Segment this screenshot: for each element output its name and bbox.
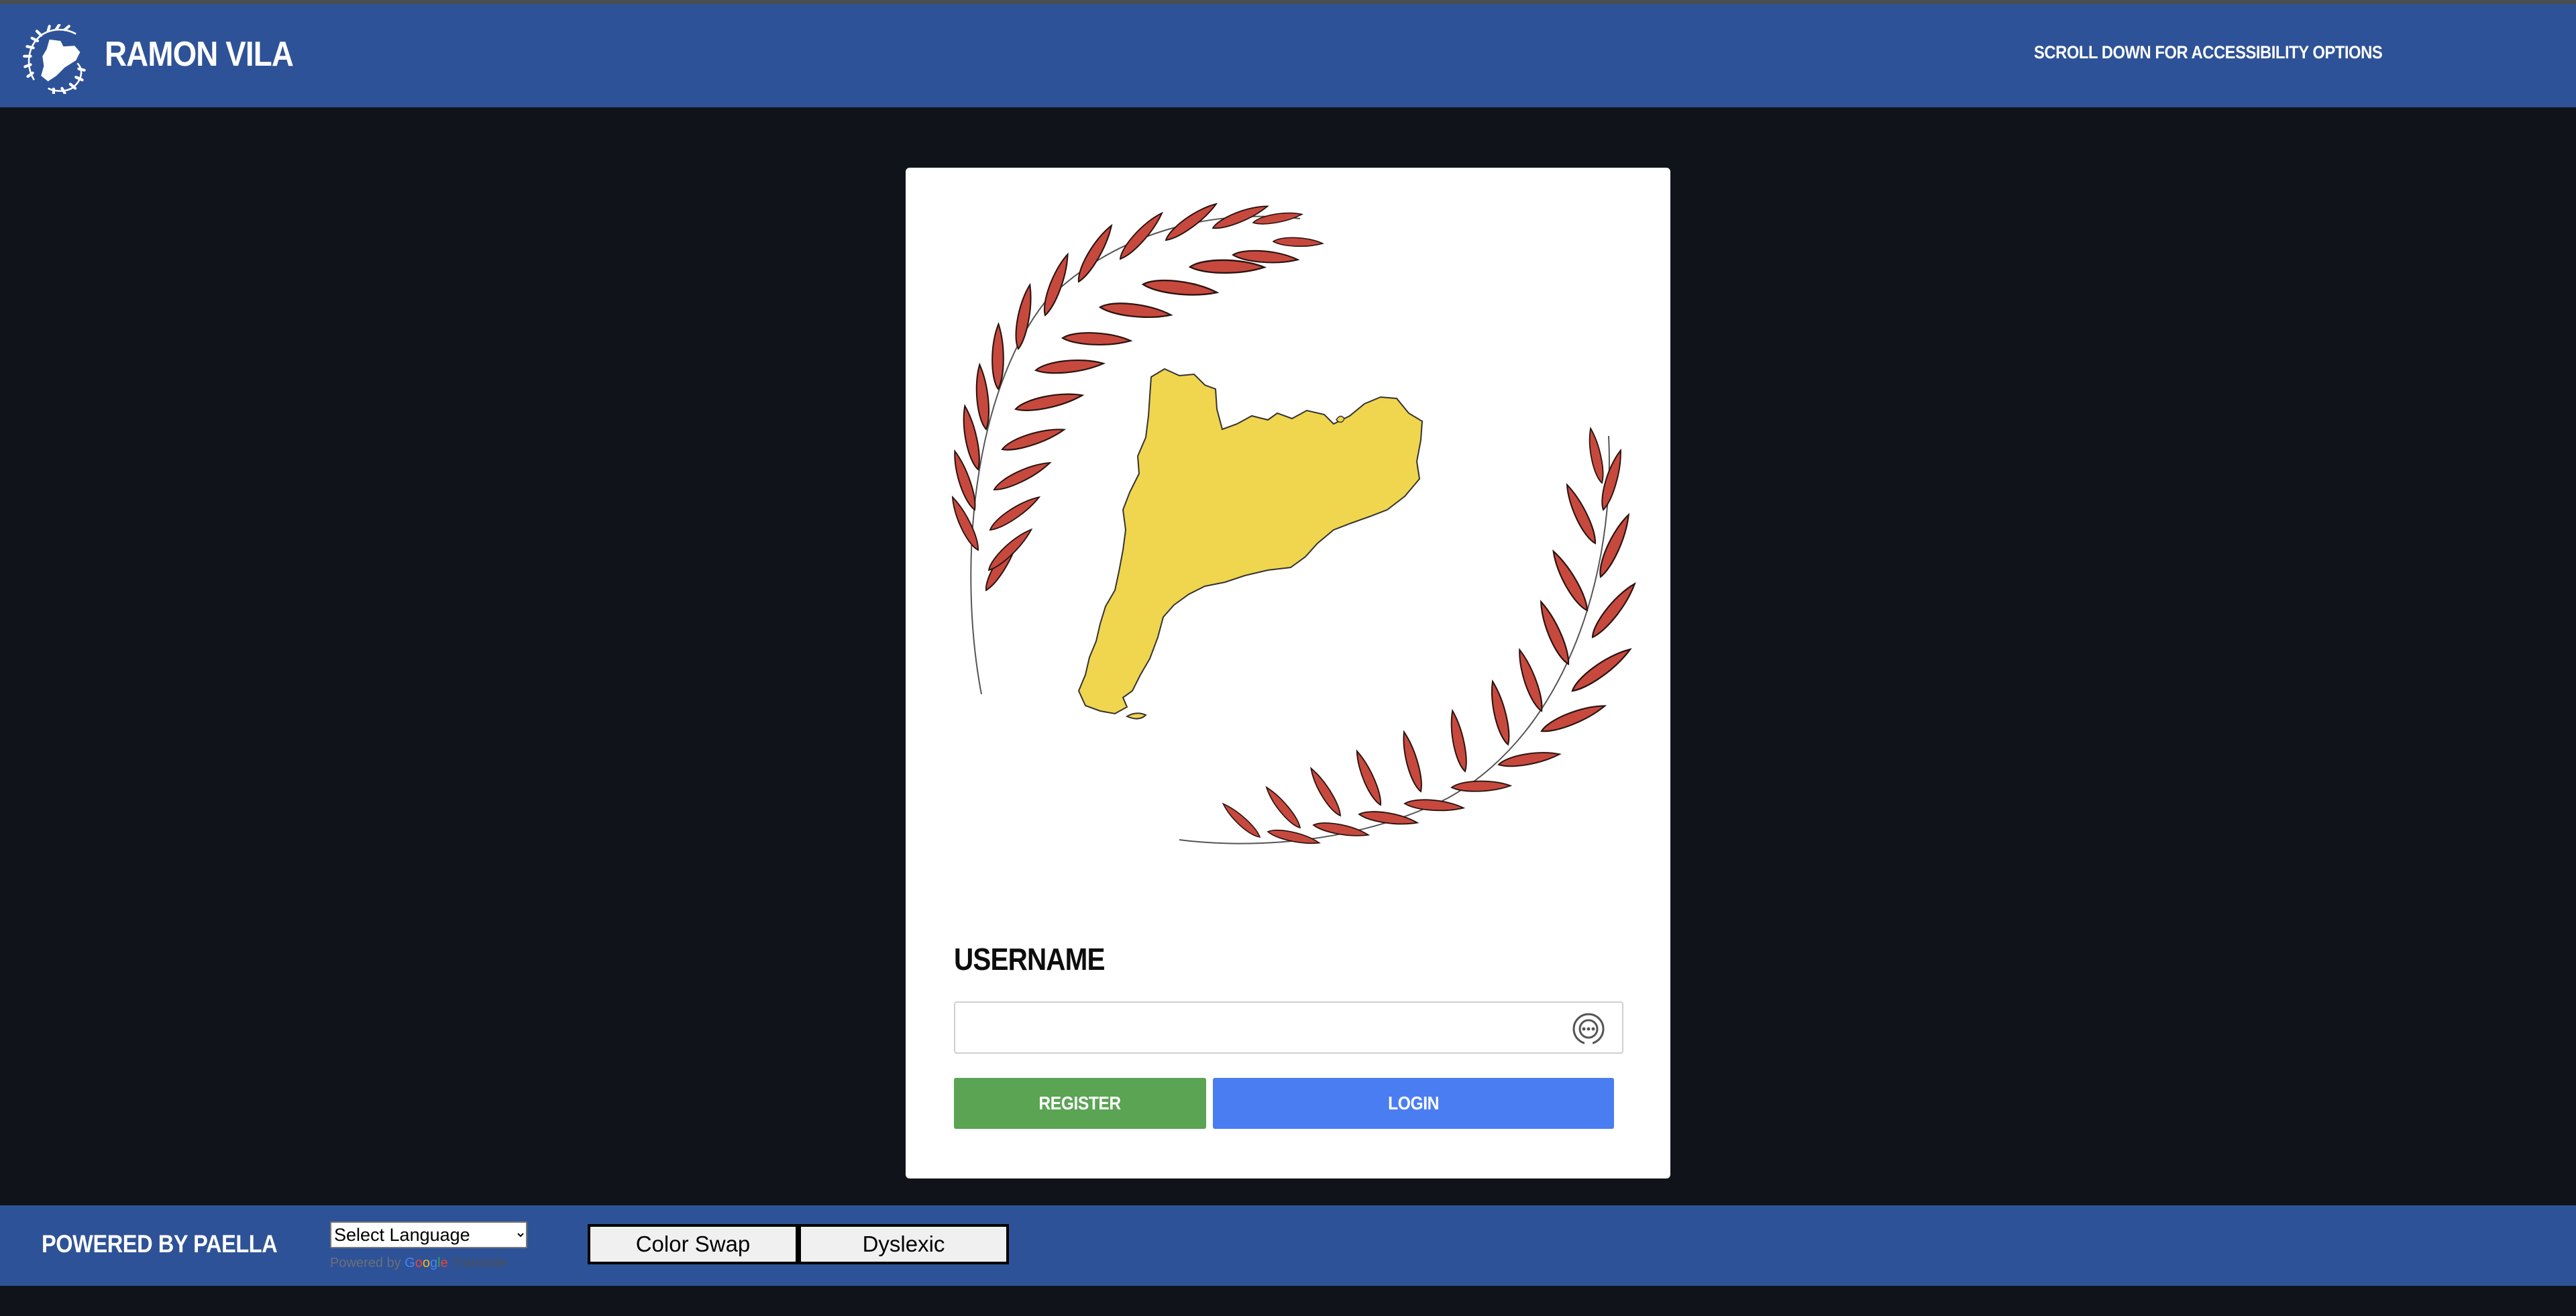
login-card: USERNAME REGISTER LOGIN: [906, 168, 1670, 1178]
language-select[interactable]: Select Language: [330, 1221, 527, 1248]
catalonia-map-laurel-illustration: [949, 200, 1642, 850]
site-footer: POWERED BY PAELLA Select Language Powere…: [0, 1205, 2576, 1286]
google-logo-text[interactable]: Google: [405, 1256, 448, 1270]
username-label: USERNAME: [954, 942, 1106, 977]
translate-credit-prefix: Powered by: [330, 1256, 401, 1270]
register-button-label: REGISTER: [1038, 1093, 1122, 1113]
powered-by-text: POWERED BY PAELLA: [42, 1230, 278, 1258]
username-input[interactable]: [955, 1003, 1622, 1052]
login-button[interactable]: LOGIN: [1213, 1078, 1614, 1129]
translate-link[interactable]: Translate: [451, 1256, 507, 1270]
login-button-label: LOGIN: [1388, 1093, 1439, 1113]
catalonia-map-shape: [1077, 368, 1424, 715]
google-translate-credit: Powered by Google Translate: [330, 1254, 507, 1272]
accessibility-scroll-link[interactable]: SCROLL DOWN FOR ACCESSIBILITY OPTIONS: [2034, 39, 2383, 66]
site-logo[interactable]: [20, 23, 90, 96]
password-manager-icon[interactable]: [1571, 1011, 1606, 1046]
color-swap-button[interactable]: Color Swap: [588, 1224, 798, 1264]
brand-name[interactable]: RAMON VILA: [105, 31, 294, 78]
catalonia-map-icon: [23, 23, 86, 96]
username-field-wrapper: [954, 1001, 1623, 1054]
site-header: RAMON VILA SCROLL DOWN FOR ACCESSIBILITY…: [0, 4, 2576, 107]
register-button[interactable]: REGISTER: [954, 1078, 1206, 1129]
dyslexic-button[interactable]: Dyslexic: [798, 1224, 1009, 1264]
